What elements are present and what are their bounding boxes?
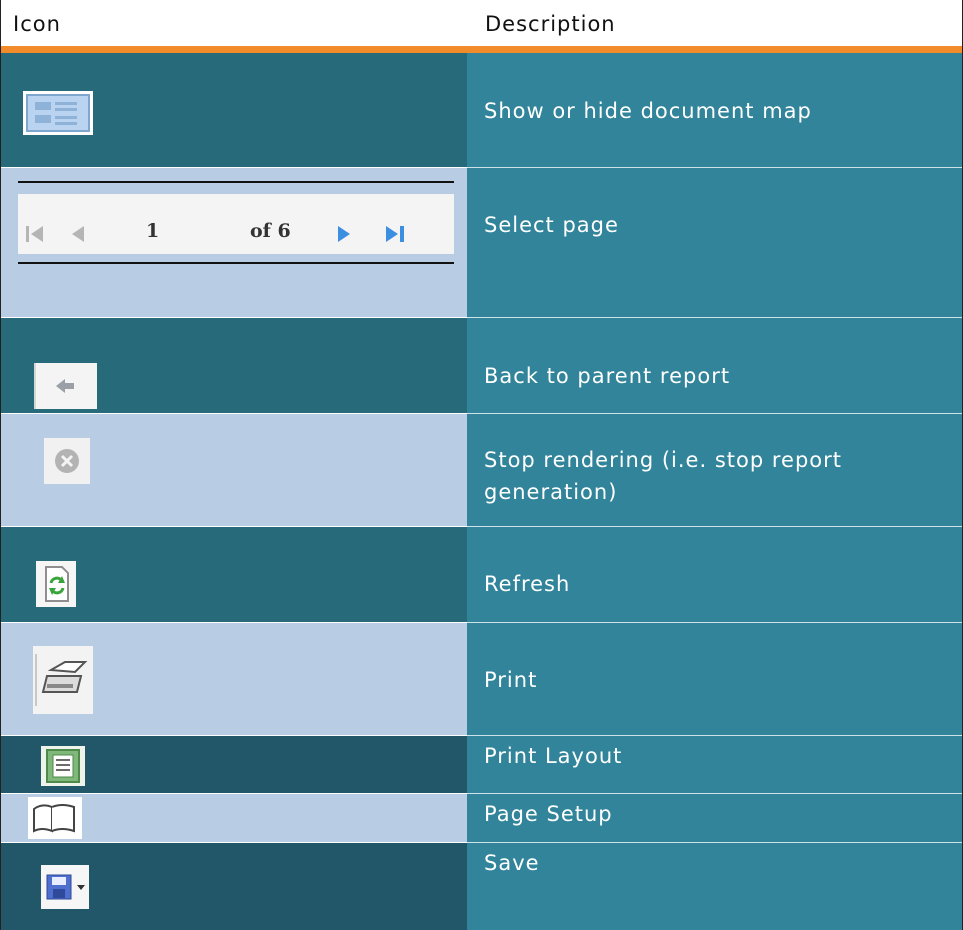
description-text: Refresh (484, 572, 571, 596)
description-text: Select page (484, 213, 619, 237)
table-row: 1 of 6 Select page (0, 168, 963, 317)
icon-cell (0, 794, 467, 842)
description-cell: Save (467, 843, 963, 930)
icon-cell (0, 318, 467, 413)
icon-cell (0, 527, 467, 622)
table-row: Show or hide document map (0, 53, 963, 167)
back-arrow-icon[interactable] (34, 363, 97, 413)
table-header: Icon Description (0, 0, 963, 46)
description-cell: Print Layout (467, 736, 963, 793)
icon-cell (0, 414, 467, 526)
icon-description-table: Icon Description Show or hide document m… (0, 0, 963, 930)
description-text: Page Setup (484, 802, 613, 826)
icon-cell (0, 736, 467, 793)
description-text: Print Layout (484, 744, 623, 768)
description-cell: Stop rendering (i.e. stop report generat… (467, 414, 963, 526)
pager-bottom-rule (18, 262, 454, 264)
description-text: Print (484, 668, 538, 692)
description-cell: Refresh (467, 527, 963, 622)
first-page-icon[interactable] (24, 224, 46, 248)
table-row: Page Setup (0, 794, 963, 842)
pager-top-rule (18, 181, 454, 183)
description-cell: Print (467, 623, 963, 735)
printer-icon[interactable] (33, 646, 93, 718)
page-number-field[interactable]: 1 (146, 220, 159, 242)
description-text: Stop rendering (i.e. stop report generat… (484, 448, 842, 504)
header-description-label: Description (485, 12, 616, 36)
icon-cell (0, 623, 467, 735)
header-underline (0, 46, 963, 53)
print-layout-icon[interactable] (41, 746, 85, 790)
stop-icon[interactable] (44, 438, 90, 488)
save-icon[interactable] (41, 865, 89, 913)
page-count-label: of 6 (250, 220, 291, 242)
description-text: Back to parent report (484, 364, 731, 388)
icon-cell (0, 53, 467, 167)
description-cell: Page Setup (467, 794, 963, 842)
refresh-icon[interactable] (36, 561, 76, 611)
table-row: Stop rendering (i.e. stop report generat… (0, 414, 963, 526)
description-cell: Back to parent report (467, 318, 963, 413)
description-cell: Show or hide document map (467, 53, 963, 167)
table-row: Print Layout (0, 736, 963, 793)
table-row: Save (0, 843, 963, 930)
table-row: Refresh (0, 527, 963, 622)
document-map-icon[interactable] (23, 91, 93, 139)
table-row: Back to parent report (0, 318, 963, 413)
page-navigation-toolbar: 1 of 6 (18, 181, 454, 264)
description-text: Show or hide document map (484, 99, 812, 123)
last-page-icon[interactable] (384, 224, 408, 248)
table-left-border (0, 0, 1, 930)
previous-page-icon[interactable] (70, 224, 86, 248)
table-row: Print (0, 623, 963, 735)
page-setup-icon[interactable] (28, 797, 82, 843)
header-icon-label: Icon (13, 12, 61, 36)
icon-cell (0, 843, 467, 930)
description-text: Save (484, 851, 540, 875)
next-page-icon[interactable] (336, 224, 352, 248)
icon-cell: 1 of 6 (0, 168, 467, 317)
description-cell: Select page (467, 168, 963, 317)
